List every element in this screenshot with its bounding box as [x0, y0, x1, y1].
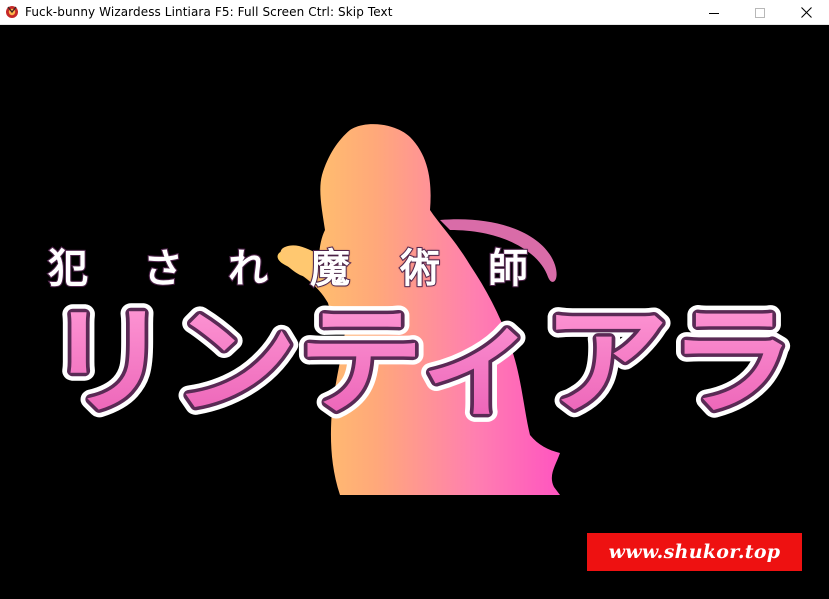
app-icon [4, 4, 20, 20]
game-window: Fuck-bunny Wizardess Lintiara F5: Full S… [0, 0, 829, 599]
watermark-text: www.shukor.top [608, 541, 781, 563]
title-bar[interactable]: Fuck-bunny Wizardess Lintiara F5: Full S… [0, 0, 829, 25]
watermark-badge: www.shukor.top [587, 533, 802, 571]
subtitle-char: 術 [399, 245, 441, 293]
game-screen[interactable]: 犯 さ れ 魔 術 師 リンティアラ リンティアラ www.shukor.top [0, 25, 829, 599]
maximize-button[interactable] [737, 0, 783, 25]
close-button[interactable] [783, 0, 829, 25]
minimize-icon [709, 12, 719, 14]
subtitle-char: れ [227, 245, 269, 293]
main-title-outline: リンティアラ [45, 295, 795, 431]
window-title: Fuck-bunny Wizardess Lintiara F5: Full S… [25, 5, 393, 19]
close-icon [800, 7, 812, 18]
subtitle: 犯 さ れ 魔 術 師 [47, 241, 568, 297]
maximize-icon [755, 7, 765, 18]
subtitle-char: 魔 [309, 245, 351, 293]
minimize-button[interactable] [691, 0, 737, 25]
window-controls [691, 0, 829, 25]
subtitle-char: 師 [487, 245, 529, 293]
subtitle-char: さ [142, 245, 184, 293]
subtitle-char: 犯 [47, 245, 89, 293]
main-title: リンティアラ リンティアラ [40, 295, 800, 435]
